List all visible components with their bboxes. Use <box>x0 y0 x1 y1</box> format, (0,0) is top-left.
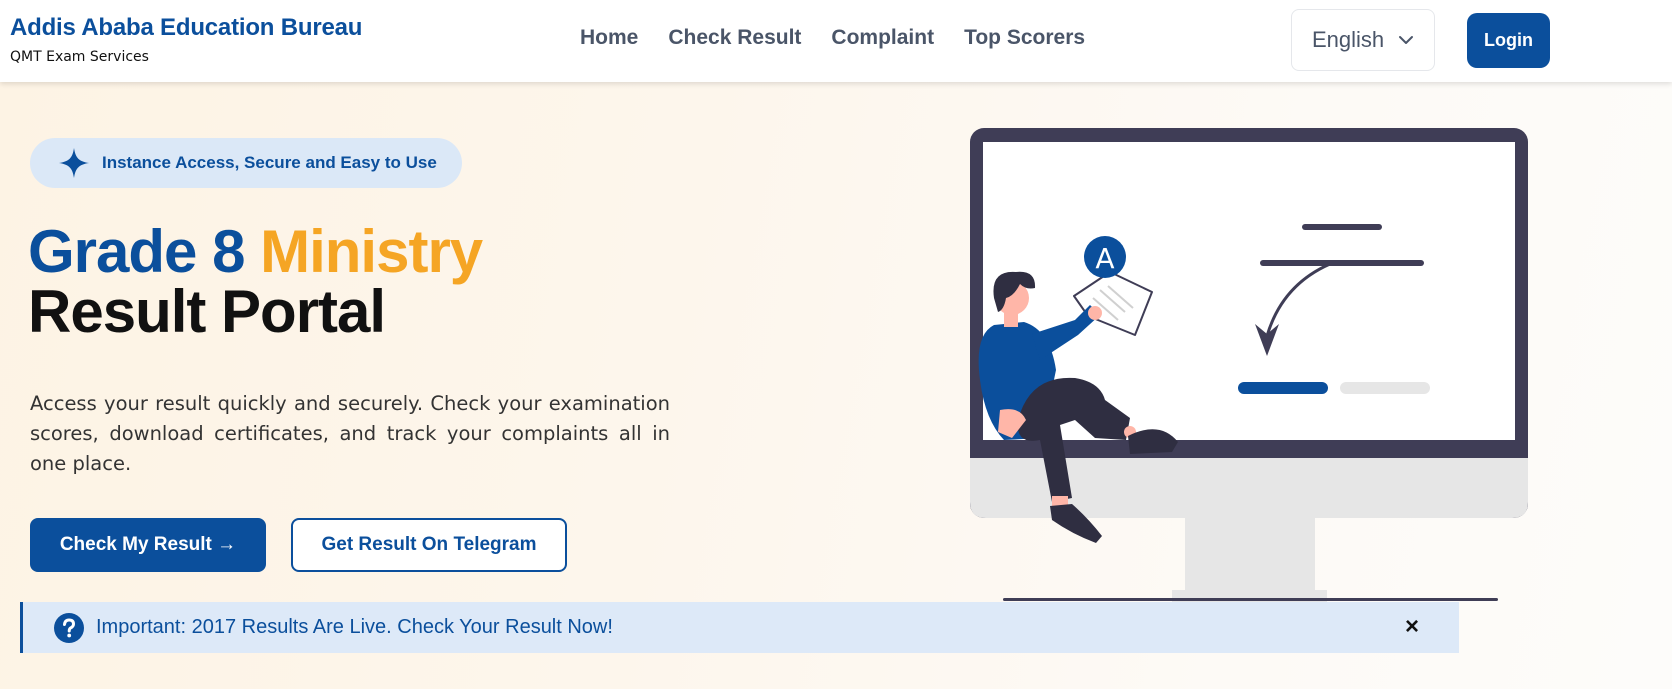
hero-title-ministry: Ministry <box>260 218 483 285</box>
language-select-value: English <box>1312 27 1385 52</box>
hero-description: Access your result quickly and securely.… <box>30 392 670 475</box>
results-alert: Important: 2017 Results Are Live. Check … <box>20 602 1459 653</box>
telegram-result-button[interactable]: Get Result On Telegram <box>291 518 567 572</box>
badge-text: Instance Access, Secure and Easy to Use <box>102 153 437 172</box>
check-my-result-button[interactable]: Check My Result → <box>30 518 266 572</box>
main-nav: Home Check Result Complaint Top Scorers <box>580 26 1115 50</box>
feature-badge: Instance Access, Secure and Easy to Use <box>30 138 462 188</box>
chevron-down-icon <box>1399 36 1414 44</box>
grade-letter: A <box>1095 242 1114 275</box>
sparkle-icon <box>59 148 89 178</box>
brand-subtitle: QMT Exam Services <box>10 49 149 65</box>
result-portal-illustration: A <box>970 128 1528 604</box>
nav-link-home[interactable]: Home <box>580 26 638 50</box>
login-button[interactable]: Login <box>1467 13 1550 68</box>
question-circle-icon <box>54 612 84 643</box>
hero-title: Grade 8 Ministry Result Portal <box>28 222 483 345</box>
top-navbar: Addis Ababa Education Bureau QMT Exam Se… <box>0 0 1672 82</box>
language-select[interactable]: English <box>1291 9 1435 71</box>
alert-text: Important: 2017 Results Are Live. Check … <box>96 616 613 638</box>
hero-title-line2: Result Portal <box>28 278 386 345</box>
nav-link-complaint[interactable]: Complaint <box>831 26 934 50</box>
close-icon[interactable]: × <box>1405 614 1419 640</box>
brand-title[interactable]: Addis Ababa Education Bureau <box>10 14 362 42</box>
nav-link-check-result[interactable]: Check Result <box>668 26 801 50</box>
hero-title-grade: Grade 8 <box>28 218 245 285</box>
nav-link-top-scorers[interactable]: Top Scorers <box>964 26 1085 50</box>
